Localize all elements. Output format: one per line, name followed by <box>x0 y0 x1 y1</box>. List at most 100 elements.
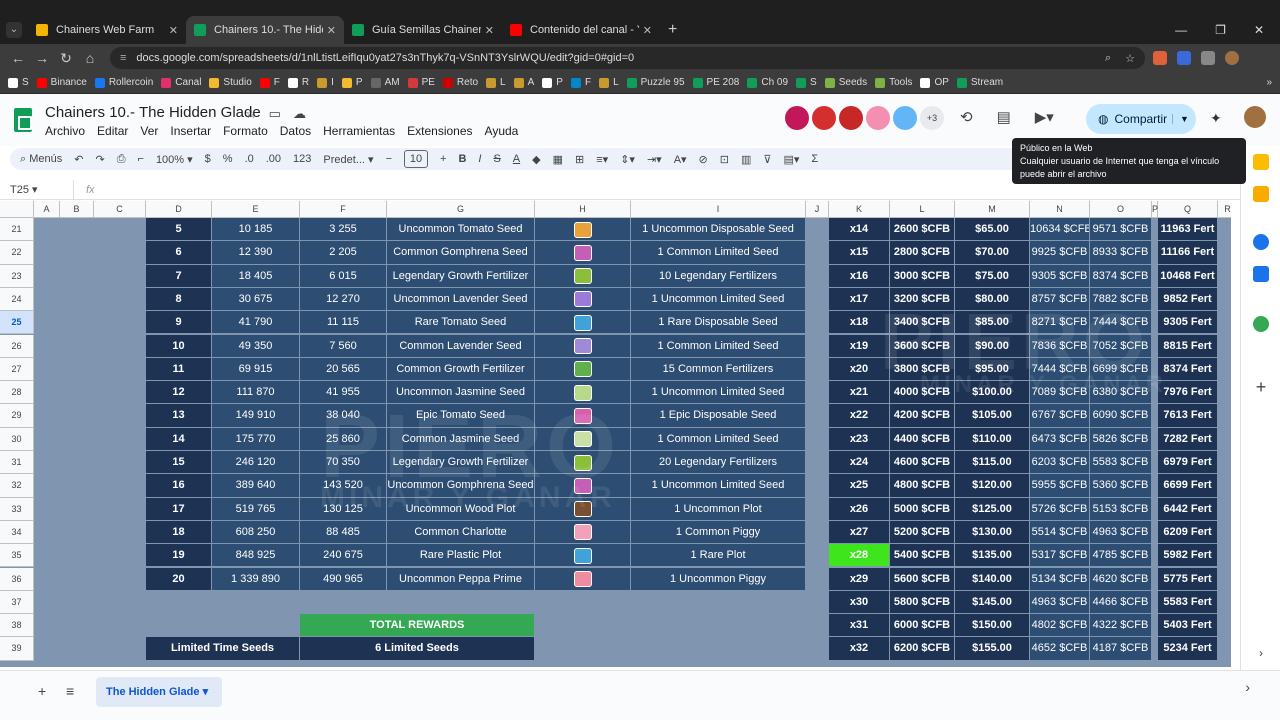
bookmark-item[interactable]: Binance <box>36 77 87 88</box>
menu-item-archivo[interactable]: Archivo <box>45 124 85 138</box>
column-header[interactable]: F <box>300 201 387 218</box>
text-color-icon[interactable]: A <box>513 153 520 165</box>
star-icon[interactable]: ☆ <box>245 106 257 122</box>
merge-icon[interactable]: ⊞ <box>575 153 584 166</box>
zoom-select[interactable]: 100% ▾ <box>156 153 193 166</box>
align-icon[interactable]: ≡▾ <box>596 153 608 166</box>
print-icon[interactable]: ⎙ <box>117 153 126 166</box>
menu-item-ayuda[interactable]: Ayuda <box>485 124 519 138</box>
bookmark-item[interactable]: A <box>513 77 534 88</box>
bookmark-item[interactable]: AM <box>370 77 400 88</box>
profile-icon[interactable] <box>1225 51 1239 65</box>
bookmark-item[interactable]: Studio <box>209 77 252 88</box>
row-header[interactable]: 34 <box>0 520 34 545</box>
column-header[interactable]: Q <box>1158 201 1218 218</box>
bookmark-item[interactable]: PE <box>407 77 435 88</box>
bookmark-item[interactable]: I <box>317 77 334 88</box>
more-formats-button[interactable]: 123 <box>293 153 311 165</box>
bookmark-item[interactable]: S <box>796 77 817 88</box>
bookmark-item[interactable]: L <box>486 77 506 88</box>
percent-button[interactable]: % <box>223 153 233 165</box>
bookmark-item[interactable]: Ch 09 <box>747 77 788 88</box>
close-tab-icon[interactable]: ✕ <box>169 24 178 37</box>
row-header[interactable]: 23 <box>0 264 34 288</box>
row-header[interactable]: 37 <box>0 590 34 615</box>
bookmark-item[interactable]: Tools <box>875 77 912 88</box>
bookmark-item[interactable]: Puzzle 95 <box>626 77 685 88</box>
meet-icon[interactable]: ▶▾ <box>1035 108 1054 126</box>
more-avatars-badge[interactable]: +3 <box>920 106 944 130</box>
avatar[interactable] <box>866 106 890 130</box>
contacts-icon[interactable] <box>1253 266 1269 282</box>
column-header[interactable]: G <box>387 201 535 218</box>
menu-item-formato[interactable]: Formato <box>223 124 268 138</box>
row-header[interactable]: 26 <box>0 334 34 358</box>
tab-search-icon[interactable]: ⌄ <box>6 22 22 38</box>
column-header[interactable]: C <box>94 201 146 218</box>
increase-decimal-button[interactable]: .00 <box>266 153 281 165</box>
collapse-panel-icon[interactable]: › <box>1253 646 1269 662</box>
browser-tab[interactable]: Chainers 10.- The Hidden Glade ✕ <box>186 16 344 44</box>
column-header[interactable]: O <box>1090 201 1152 218</box>
sheets-logo-icon[interactable] <box>14 108 32 132</box>
paint-format-icon[interactable]: ⌐ <box>138 153 144 165</box>
share-button[interactable]: ◍ Compartir ▼ <box>1086 104 1196 134</box>
url-bar[interactable]: ≡ docs.google.com/spreadsheets/d/1nlLtis… <box>110 47 1145 69</box>
bold-icon[interactable]: B <box>458 153 466 165</box>
italic-icon[interactable]: I <box>478 153 481 165</box>
close-tab-icon[interactable]: ✕ <box>485 24 494 37</box>
font-select[interactable]: Predet... ▾ <box>323 153 373 166</box>
menu-item-extensiones[interactable]: Extensiones <box>407 124 472 138</box>
undo-icon[interactable]: ↶ <box>74 153 83 166</box>
row-header[interactable]: 28 <box>0 381 34 405</box>
row-header[interactable]: 33 <box>0 497 34 521</box>
bookmark-item[interactable]: OP <box>920 77 949 88</box>
restore-icon[interactable]: ❐ <box>1215 23 1226 37</box>
fill-color-icon[interactable]: ◆ <box>532 153 540 166</box>
bookmarks-overflow-icon[interactable]: » <box>1266 77 1272 88</box>
column-header[interactable]: D <box>146 201 212 218</box>
close-tab-icon[interactable]: ✕ <box>643 24 652 37</box>
functions-icon[interactable]: Σ <box>811 153 818 165</box>
zoom-icon[interactable]: ⌕ <box>1105 52 1111 65</box>
column-header[interactable]: L <box>890 201 955 218</box>
bookmark-item[interactable]: Stream <box>956 77 1003 88</box>
comment-icon[interactable]: ⊡ <box>720 153 729 166</box>
row-header[interactable]: 29 <box>0 404 34 428</box>
puzzle-icon[interactable] <box>1201 51 1215 65</box>
calendar-icon[interactable] <box>1253 154 1269 170</box>
column-header[interactable]: H <box>535 201 631 218</box>
forward-icon[interactable]: → <box>30 50 54 66</box>
font-size-input[interactable]: 10 <box>404 150 428 168</box>
font-size-decrease-icon[interactable]: − <box>386 153 392 165</box>
column-header[interactable]: K <box>829 201 890 218</box>
sheet-tab[interactable]: The Hidden Glade ▾ <box>96 677 222 707</box>
avatar[interactable] <box>812 106 836 130</box>
document-title[interactable]: Chainers 10.- The Hidden Glade <box>45 104 261 121</box>
bookmark-item[interactable]: P <box>341 77 363 88</box>
bookmark-item[interactable]: S <box>8 77 29 88</box>
rotate-icon[interactable]: A▾ <box>674 153 687 166</box>
column-header[interactable]: J <box>806 201 829 218</box>
menu-item-editar[interactable]: Editar <box>97 124 128 138</box>
home-icon[interactable]: ⌂ <box>78 50 102 66</box>
bookmark-item[interactable]: F <box>570 77 591 88</box>
bookmark-item[interactable]: L <box>599 77 619 88</box>
redo-icon[interactable]: ↷ <box>95 153 104 166</box>
bookmark-item[interactable]: Canal <box>161 77 201 88</box>
column-header[interactable]: R <box>1218 201 1231 218</box>
chevron-down-icon[interactable]: ▼ <box>1172 114 1196 124</box>
new-tab-icon[interactable]: + <box>668 21 677 39</box>
name-box[interactable]: T25 ▾ <box>0 179 74 200</box>
comments-icon[interactable]: ▤ <box>997 108 1011 126</box>
column-header[interactable]: M <box>955 201 1030 218</box>
tasks-icon[interactable] <box>1253 234 1269 250</box>
bookmark-item[interactable]: P <box>542 77 563 88</box>
grid-corner[interactable] <box>0 201 34 218</box>
row-header[interactable]: 38 <box>0 614 34 638</box>
bookmark-item[interactable]: Rollercoin <box>94 77 153 88</box>
bookmark-item[interactable]: PE 208 <box>692 77 739 88</box>
user-avatar[interactable] <box>1244 106 1266 128</box>
borders-icon[interactable]: ▦ <box>553 153 563 166</box>
row-header[interactable]: 31 <box>0 451 34 475</box>
